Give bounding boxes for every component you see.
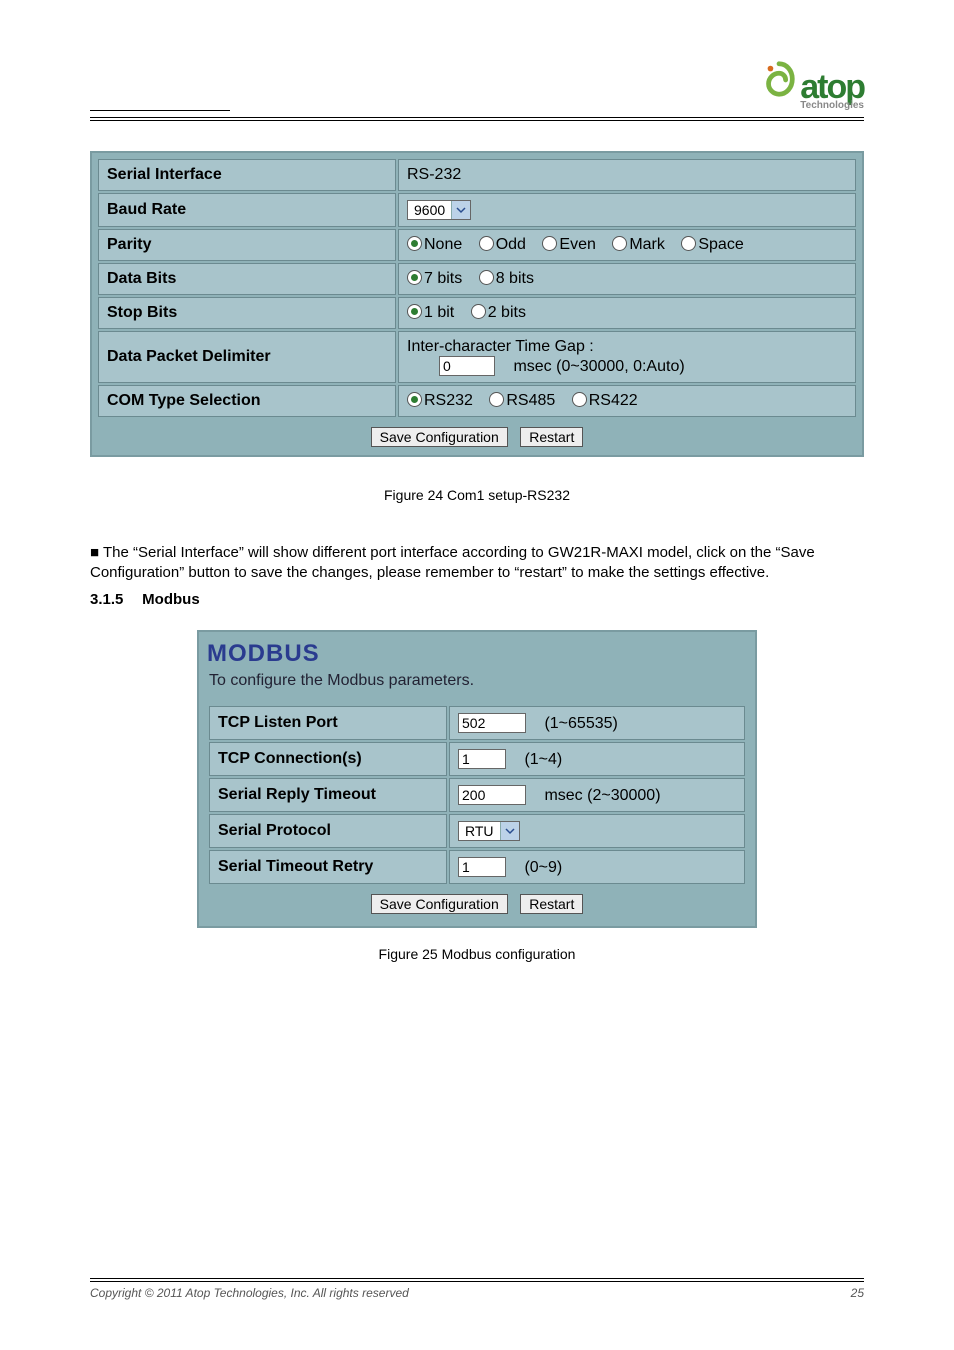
stop-bits-label: Stop Bits <box>98 297 396 329</box>
tcp-conn-input[interactable] <box>458 749 506 769</box>
serial-interface-label: Serial Interface <box>98 159 396 191</box>
parity-mark-radio[interactable]: Mark <box>612 236 665 253</box>
logo-mark-icon <box>760 60 798 98</box>
stopbits-1-radio[interactable]: 1 bit <box>407 304 454 321</box>
modbus-subtitle: To configure the Modbus parameters. <box>209 672 747 690</box>
delimiter-input[interactable] <box>439 356 495 376</box>
footer-copyright: Copyright © 2011 Atop Technologies, Inc.… <box>90 1286 409 1300</box>
baud-rate-value: 9600 <box>408 201 451 219</box>
baud-rate-label: Baud Rate <box>98 193 396 227</box>
radio-icon <box>479 236 494 251</box>
serial-retry-label: Serial Timeout Retry <box>209 850 447 884</box>
radio-icon <box>471 304 486 319</box>
modbus-restart-button[interactable]: Restart <box>520 894 583 914</box>
parity-label: Parity <box>98 229 396 261</box>
tcp-port-input[interactable] <box>458 713 526 733</box>
parity-none-radio[interactable]: None <box>407 236 462 253</box>
radio-icon <box>407 392 422 407</box>
radio-icon <box>407 236 422 251</box>
page-header: atop Technologies <box>90 60 864 121</box>
tcp-conn-label: TCP Connection(s) <box>209 742 447 776</box>
databits-8-radio[interactable]: 8 bits <box>479 270 534 287</box>
radio-icon <box>407 304 422 319</box>
serial-proto-value: RTU <box>459 822 500 840</box>
comtype-rs232-radio[interactable]: RS232 <box>407 392 473 409</box>
radio-icon <box>572 392 587 407</box>
parity-odd-radio[interactable]: Odd <box>479 236 526 253</box>
radio-icon <box>542 236 557 251</box>
baud-rate-select[interactable]: 9600 <box>407 200 471 220</box>
tcp-port-label: TCP Listen Port <box>209 706 447 740</box>
radio-icon <box>612 236 627 251</box>
serial-config-panel: Serial Interface RS-232 Baud Rate 9600 P… <box>90 151 864 457</box>
radio-icon <box>479 270 494 285</box>
serial-timeout-range: msec (2~30000) <box>544 787 660 804</box>
parity-even-radio[interactable]: Even <box>542 236 595 253</box>
serial-timeout-input[interactable] <box>458 785 526 805</box>
chevron-down-icon <box>451 201 470 219</box>
modbus-config-panel: MODBUS To configure the Modbus parameter… <box>197 630 757 928</box>
delimiter-line1: Inter-character Time Gap : <box>407 338 847 356</box>
modbus-title: MODBUS <box>207 640 747 668</box>
parity-space-radio[interactable]: Space <box>681 236 743 253</box>
tcp-conn-range: (1~4) <box>524 751 562 768</box>
comtype-label: COM Type Selection <box>98 385 396 417</box>
serial-retry-input[interactable] <box>458 857 506 877</box>
serial-retry-range: (0~9) <box>524 859 562 876</box>
figure-25-caption: Figure 25 Modbus configuration <box>90 946 864 962</box>
radio-icon <box>489 392 504 407</box>
delimiter-label: Data Packet Delimiter <box>98 331 396 383</box>
section-number: 3.1.5 <box>90 590 138 610</box>
serial-timeout-label: Serial Reply Timeout <box>209 778 447 812</box>
save-configuration-button[interactable]: Save Configuration <box>371 427 508 447</box>
figure-24-caption: Figure 24 Com1 setup-RS232 <box>90 487 864 503</box>
logo-subtitle: Technologies <box>800 100 864 111</box>
narrative-text: ■ The “Serial Interface” will show diffe… <box>90 543 864 610</box>
radio-icon <box>681 236 696 251</box>
section-title: Modbus <box>142 591 200 608</box>
comtype-rs485-radio[interactable]: RS485 <box>489 392 555 409</box>
restart-button[interactable]: Restart <box>520 427 583 447</box>
modbus-save-button[interactable]: Save Configuration <box>371 894 508 914</box>
databits-7-radio[interactable]: 7 bits <box>407 270 462 287</box>
page-footer: Copyright © 2011 Atop Technologies, Inc.… <box>90 1278 864 1300</box>
footer-page-number: 25 <box>851 1286 864 1300</box>
comtype-rs422-radio[interactable]: RS422 <box>572 392 638 409</box>
logo: atop Technologies <box>760 60 864 111</box>
serial-proto-label: Serial Protocol <box>209 814 447 848</box>
serial-proto-select[interactable]: RTU <box>458 821 520 841</box>
data-bits-label: Data Bits <box>98 263 396 295</box>
tcp-port-range: (1~65535) <box>544 715 617 732</box>
serial-interface-value: RS-232 <box>398 159 856 191</box>
chevron-down-icon <box>500 822 519 840</box>
delimiter-hint: msec (0~30000, 0:Auto) <box>513 358 684 375</box>
doc-title-slot <box>90 110 230 111</box>
stopbits-2-radio[interactable]: 2 bits <box>471 304 526 321</box>
radio-icon <box>407 270 422 285</box>
